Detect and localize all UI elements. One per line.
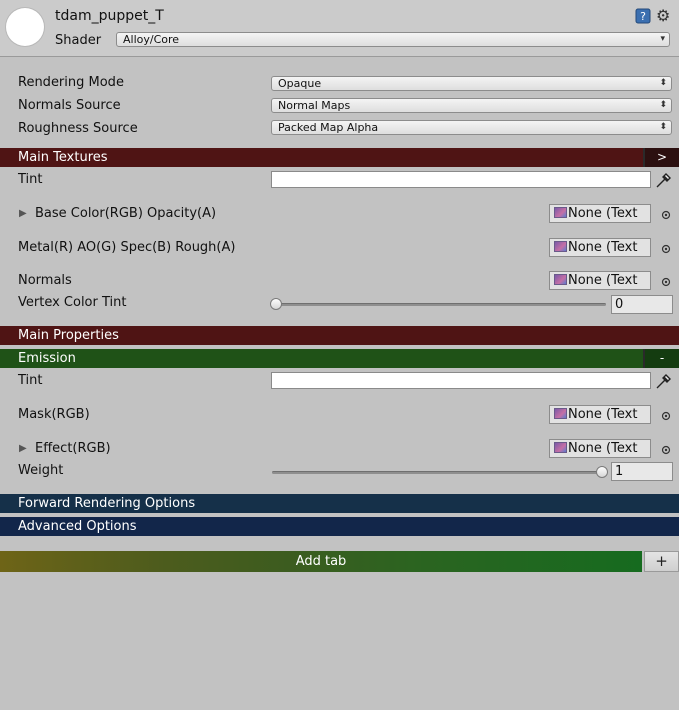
add-tab-plus-button[interactable]: + [644, 551, 679, 572]
section-advanced-options[interactable]: Advanced Options [0, 517, 679, 536]
section-forward-rendering-options[interactable]: Forward Rendering Options [0, 494, 679, 513]
texture-thumbnail-icon [554, 241, 567, 252]
tint-label: Tint [18, 172, 43, 187]
rendering-mode-value: Opaque [278, 77, 322, 90]
shader-dropdown[interactable]: Alloy/Core ▾ [116, 32, 670, 47]
updown-arrows-icon: ⬍ [659, 100, 667, 110]
metal-ao-spec-rough-label: Metal(R) AO(G) Spec(B) Rough(A) [18, 240, 236, 255]
weight-value-field[interactable]: 1 [611, 462, 673, 481]
section-main-textures[interactable]: Main Textures > [0, 148, 679, 167]
shader-value: Alloy/Core [123, 33, 180, 46]
section-expand-button[interactable]: > [643, 148, 679, 167]
svg-text:?: ? [640, 10, 646, 23]
add-tab-button[interactable]: Add tab [0, 551, 642, 572]
texture-thumbnail-icon [554, 442, 567, 453]
normals-label: Normals [18, 273, 72, 288]
texture-thumbnail-icon [554, 408, 567, 419]
material-name: tdam_puppet_T [55, 8, 164, 24]
normals-texture-slot[interactable]: None (Text [549, 271, 651, 290]
tint-color-field[interactable] [271, 171, 651, 188]
roughness-source-label: Roughness Source [18, 121, 138, 136]
section-main-properties[interactable]: Main Properties [0, 326, 679, 345]
mask-texture-slot[interactable]: None (Text [549, 405, 651, 424]
section-title: Forward Rendering Options [18, 496, 196, 511]
section-title: Main Properties [18, 328, 119, 343]
effect-texture-slot[interactable]: None (Text [549, 439, 651, 458]
metal-texture-slot[interactable]: None (Text [549, 238, 651, 257]
normals-source-value: Normal Maps [278, 99, 351, 112]
normals-source-label: Normals Source [18, 98, 121, 113]
vertex-color-tint-slider-handle[interactable] [270, 298, 282, 310]
weight-slider-handle[interactable] [596, 466, 608, 478]
normals-source-dropdown[interactable]: Normal Maps ⬍ [271, 98, 672, 113]
weight-slider-track[interactable] [272, 471, 606, 474]
section-emission[interactable]: Emission - [0, 349, 679, 368]
help-book-icon[interactable]: ? [635, 8, 651, 24]
vertex-color-tint-slider-track[interactable] [272, 303, 606, 306]
object-picker-icon[interactable] [661, 243, 671, 254]
object-picker-icon[interactable] [661, 444, 671, 455]
object-picker-icon[interactable] [661, 410, 671, 421]
chevron-down-icon: ▾ [660, 34, 665, 44]
mask-label: Mask(RGB) [18, 407, 90, 422]
emission-tint-color-field[interactable] [271, 372, 651, 389]
emission-tint-label: Tint [18, 373, 43, 388]
roughness-source-dropdown[interactable]: Packed Map Alpha ⬍ [271, 120, 672, 135]
vertex-color-tint-value-field[interactable]: 0 [611, 295, 673, 314]
texture-thumbnail-icon [554, 207, 567, 218]
roughness-source-value: Packed Map Alpha [278, 121, 379, 134]
material-header: tdam_puppet_T Shader Alloy/Core ▾ ? ⚙ [0, 0, 679, 57]
base-color-label: Base Color(RGB) Opacity(A) [35, 206, 217, 221]
effect-label: Effect(RGB) [35, 441, 111, 456]
section-collapse-button[interactable]: - [643, 349, 679, 368]
shader-label: Shader [55, 33, 102, 48]
object-picker-icon[interactable] [661, 209, 671, 220]
rendering-mode-dropdown[interactable]: Opaque ⬍ [271, 76, 672, 91]
updown-arrows-icon: ⬍ [659, 78, 667, 88]
texture-thumbnail-icon [554, 274, 567, 285]
base-color-texture-slot[interactable]: None (Text [549, 204, 651, 223]
section-title: Advanced Options [18, 519, 137, 534]
eyedropper-icon[interactable] [654, 371, 674, 391]
eyedropper-icon[interactable] [654, 170, 674, 190]
material-preview-thumbnail [6, 8, 44, 46]
vertex-color-tint-label: Vertex Color Tint [18, 295, 127, 310]
section-title: Emission [18, 351, 76, 366]
foldout-arrow-icon[interactable]: ▶ [19, 443, 27, 454]
object-picker-icon[interactable] [661, 276, 671, 287]
foldout-arrow-icon[interactable]: ▶ [19, 208, 27, 219]
rendering-mode-label: Rendering Mode [18, 75, 124, 90]
gear-icon[interactable]: ⚙ [656, 6, 676, 26]
updown-arrows-icon: ⬍ [659, 122, 667, 132]
weight-label: Weight [18, 463, 64, 478]
section-title: Main Textures [18, 150, 108, 165]
